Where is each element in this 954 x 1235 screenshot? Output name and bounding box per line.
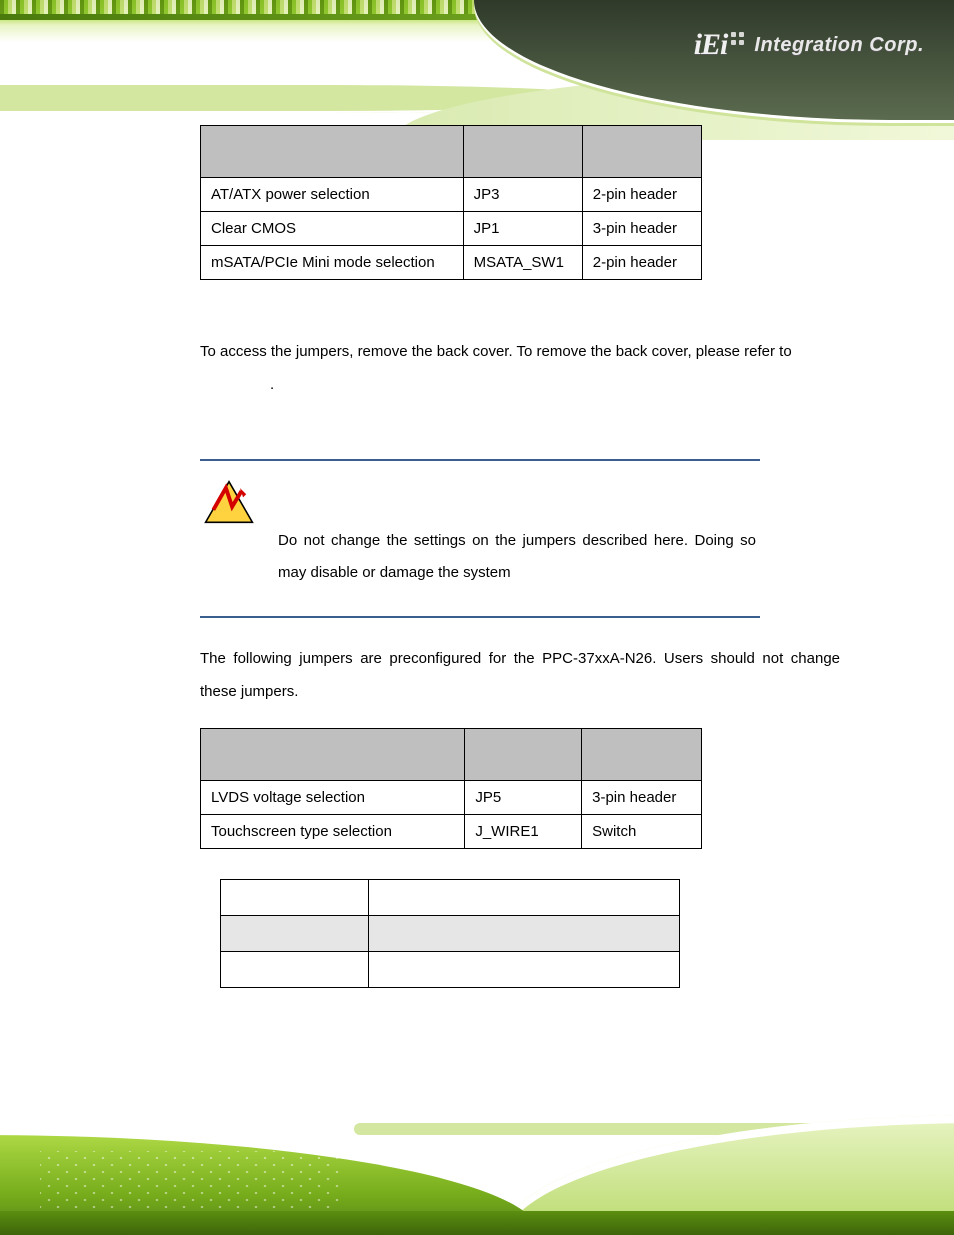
table-row: Clear CMOS JP1 3-pin header (201, 212, 702, 246)
cell-blank (369, 916, 680, 952)
brand-logo-text: iEi (694, 28, 745, 62)
th-type (582, 126, 701, 178)
cell-label: JP3 (463, 178, 582, 212)
cell-label: JP5 (465, 781, 582, 815)
warning-icon (204, 479, 254, 525)
th-blank-1 (221, 880, 369, 916)
cell-blank (221, 916, 369, 952)
table-header-row (221, 880, 680, 916)
warning-body: Do not change the settings on the jumper… (200, 461, 760, 616)
th-label (463, 126, 582, 178)
cell-desc: LVDS voltage selection (201, 781, 465, 815)
table-header-row (201, 126, 702, 178)
cell-label: MSATA_SW1 (463, 246, 582, 280)
footer-bottom-bar (0, 1211, 954, 1235)
table-row (221, 952, 680, 988)
cell-type: 2-pin header (582, 178, 701, 212)
table-header-row (201, 729, 702, 781)
warning-text: Do not change the settings on the jumper… (278, 479, 756, 588)
warning-box: Do not change the settings on the jumper… (200, 459, 760, 618)
para-access-jumpers-part1: To access the jumpers, remove the back c… (200, 343, 792, 360)
cell-desc: mSATA/PCIe Mini mode selection (201, 246, 464, 280)
para-access-jumpers: To access the jumpers, remove the back c… (200, 335, 840, 401)
brand-logo-main: iEi (694, 28, 728, 62)
empty-two-col-table (220, 879, 680, 988)
brand-logo-area: iEi Integration Corp. (694, 28, 924, 62)
brand-tagline: Integration Corp. (754, 34, 924, 57)
cell-type: 3-pin header (582, 212, 701, 246)
brand-logo-dots-icon (731, 32, 744, 45)
cell-type: Switch (582, 815, 702, 849)
cell-desc: Clear CMOS (201, 212, 464, 246)
page-content: AT/ATX power selection JP3 2-pin header … (200, 125, 840, 988)
page-header-banner: iEi Integration Corp. (0, 0, 954, 140)
table-row: AT/ATX power selection JP3 2-pin header (201, 178, 702, 212)
cell-desc: AT/ATX power selection (201, 178, 464, 212)
footer-dots-pattern (40, 1151, 340, 1211)
th-description (201, 729, 465, 781)
table-row: Touchscreen type selection J_WIRE1 Switc… (201, 815, 702, 849)
page-footer-banner (0, 1105, 954, 1235)
table-row: mSATA/PCIe Mini mode selection MSATA_SW1… (201, 246, 702, 280)
cell-type: 3-pin header (582, 781, 702, 815)
jumper-table-preconfigured: LVDS voltage selection JP5 3-pin header … (200, 728, 702, 849)
cell-type: 2-pin header (582, 246, 701, 280)
th-label (465, 729, 582, 781)
jumper-table-main: AT/ATX power selection JP3 2-pin header … (200, 125, 702, 280)
para-access-jumpers-part2: . (270, 376, 274, 393)
cell-desc: Touchscreen type selection (201, 815, 465, 849)
cell-label: JP1 (463, 212, 582, 246)
cell-blank (369, 952, 680, 988)
cell-blank (221, 952, 369, 988)
table-row: LVDS voltage selection JP5 3-pin header (201, 781, 702, 815)
warning-separator-bottom (200, 616, 760, 618)
para-preconfigured-jumpers: The following jumpers are preconfigured … (200, 642, 840, 708)
th-description (201, 126, 464, 178)
cell-label: J_WIRE1 (465, 815, 582, 849)
table-row (221, 916, 680, 952)
th-blank-2 (369, 880, 680, 916)
th-type (582, 729, 702, 781)
